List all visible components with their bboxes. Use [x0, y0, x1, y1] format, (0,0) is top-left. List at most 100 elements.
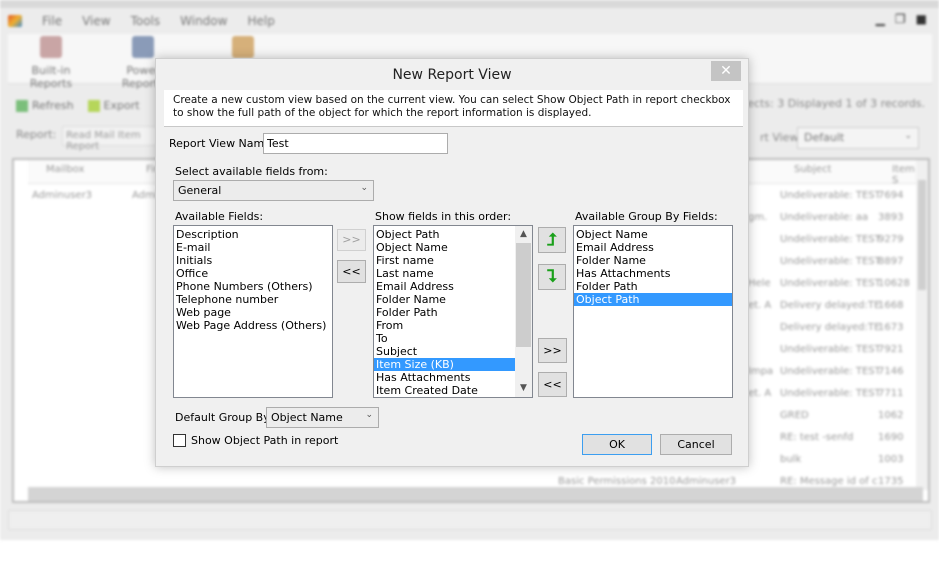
ok-button[interactable]: OK: [582, 434, 652, 455]
list-item[interactable]: Last name: [374, 267, 516, 280]
bg-scroll-thumb[interactable]: [918, 180, 926, 290]
list-item[interactable]: From: [374, 319, 516, 332]
bg-cell-size: 7146: [878, 366, 904, 377]
list-item[interactable]: Subject: [374, 345, 516, 358]
list-item[interactable]: E-mail: [174, 241, 332, 254]
list-item[interactable]: Object Name: [574, 228, 732, 241]
bg-last-cell-2: Adminuser3: [676, 476, 737, 487]
bg-cell-size: 9279: [878, 234, 904, 245]
bg-vertical-scrollbar[interactable]: [916, 160, 928, 490]
bg-menu-view[interactable]: View: [82, 14, 110, 28]
bg-view-select[interactable]: Default ⌄: [797, 127, 919, 149]
list-item[interactable]: Email Address: [374, 280, 516, 293]
bg-cell-subject: Undeliverable: TEST: [780, 278, 881, 289]
show-object-path-checkbox[interactable]: [173, 434, 186, 447]
bg-horizontal-scrollbar[interactable]: [28, 487, 923, 501]
list-item[interactable]: Item Size (KB): [374, 358, 516, 371]
report-view-name-input[interactable]: [263, 133, 448, 154]
refresh-icon: [16, 99, 28, 112]
list-item[interactable]: Object Path: [374, 228, 516, 241]
select-fields-from-value: General: [178, 184, 222, 197]
list-item[interactable]: Item Created Date: [374, 384, 516, 397]
bg-cell-prefix: et. A: [748, 388, 772, 399]
bg-menu-help[interactable]: Help: [247, 14, 274, 28]
list-item[interactable]: Folder Name: [574, 254, 732, 267]
list-item[interactable]: Object Path: [574, 293, 732, 306]
list-item[interactable]: Initials: [174, 254, 332, 267]
bg-cell-size: 3893: [878, 212, 904, 223]
bg-cell-subject: Delivery delayed:TE: [780, 300, 881, 311]
list-item[interactable]: Office: [174, 267, 332, 280]
list-item[interactable]: Email Address: [574, 241, 732, 254]
scroll-down-icon[interactable]: ▼: [515, 380, 532, 397]
remove-field-button[interactable]: <<: [337, 260, 366, 283]
dialog-description: Create a new custom view based on the cu…: [164, 90, 743, 127]
bg-col-subject[interactable]: Subject: [794, 164, 831, 175]
restore-icon[interactable]: ❐: [895, 12, 906, 26]
list-item[interactable]: Object Name: [374, 241, 516, 254]
show-fields-scrollbar[interactable]: ▲ ▼: [515, 226, 532, 397]
close-icon[interactable]: ■: [916, 12, 927, 26]
power-report-icon: [132, 36, 154, 58]
list-item[interactable]: Has Attachments: [374, 371, 516, 384]
bg-cell-subject: Undeliverable: TEST: [780, 366, 881, 377]
list-item[interactable]: Folder Name: [374, 293, 516, 306]
bg-view-value: Default: [804, 131, 845, 144]
list-item[interactable]: Description: [174, 228, 332, 241]
scroll-up-icon[interactable]: ▲: [515, 226, 532, 243]
default-group-by-dropdown[interactable]: Object Name ⌄: [266, 407, 379, 428]
group-by-fields-list[interactable]: Object Name Email Address Folder Name Has A…: [573, 225, 733, 398]
bg-menu-file[interactable]: File: [42, 14, 62, 28]
show-object-path-label[interactable]: Show Object Path in report: [191, 434, 338, 447]
cancel-button[interactable]: Cancel: [660, 434, 732, 455]
bg-menu-tools[interactable]: Tools: [131, 14, 161, 28]
user-icon: [232, 36, 254, 58]
move-down-button[interactable]: ⮧: [538, 264, 566, 290]
bg-cell-mailbox: Adminuser3: [32, 190, 93, 201]
bg-cell-size: 8897: [878, 256, 904, 267]
group-by-fields-items: Object Name Email Address Folder Name Has A…: [574, 226, 732, 306]
list-item[interactable]: Web Page Address (Others): [174, 319, 332, 332]
bg-status-text: Objects: 3 Displayed 1 of 3 records.: [728, 97, 925, 110]
list-item[interactable]: Has Attachments: [574, 267, 732, 280]
bg-built-in-reports-label: Built-in Reports: [29, 64, 73, 90]
show-fields-list[interactable]: Object Path Object Name First name Last nam…: [373, 225, 533, 398]
dialog-close-button[interactable]: ✕: [711, 61, 741, 81]
list-item[interactable]: First name: [374, 254, 516, 267]
dialog-title: New Report View: [392, 67, 512, 83]
available-fields-list[interactable]: Description E-mail Initials Office Phone Num…: [173, 225, 333, 398]
list-item[interactable]: Folder Path: [574, 280, 732, 293]
list-item[interactable]: Folder Path: [374, 306, 516, 319]
bg-cell-subject: Undeliverable: TEST: [780, 344, 881, 355]
export-icon: [87, 99, 100, 112]
report-view-name-label: Report View Name:: [169, 137, 275, 150]
remove-group-by-button[interactable]: <<: [538, 372, 567, 397]
new-report-view-dialog: New Report View ✕ Create a new custom vi…: [155, 58, 749, 467]
bg-cell-size: 7711: [878, 388, 904, 399]
bg-cell-subject: Undeliverable: TEST: [780, 190, 881, 201]
bg-cell-size: 1673: [878, 322, 904, 333]
bg-built-in-reports-button[interactable]: Built-in Reports: [10, 36, 92, 90]
bg-cell-first: Admi: [132, 190, 158, 201]
minimize-icon[interactable]: ▁: [876, 12, 885, 26]
bg-refresh-button[interactable]: Refresh: [16, 99, 74, 112]
list-item[interactable]: Telephone number: [174, 293, 332, 306]
list-item[interactable]: Web page: [174, 306, 332, 319]
bg-report-select[interactable]: Read Mail Item Report: [62, 126, 162, 152]
list-item[interactable]: Phone Numbers (Others): [174, 280, 332, 293]
bg-cell-size: 1003: [878, 454, 904, 465]
list-item[interactable]: To: [374, 332, 516, 345]
bg-export-button[interactable]: Export: [87, 99, 140, 112]
move-up-button[interactable]: ⮥: [538, 227, 566, 253]
bg-cell-size: 10628: [878, 278, 910, 289]
available-fields-items: Description E-mail Initials Office Phone Num…: [174, 226, 332, 332]
arrow-down-icon: ⮧: [546, 267, 558, 287]
scroll-thumb[interactable]: [516, 243, 531, 347]
add-field-button[interactable]: >>: [337, 229, 366, 251]
bg-col-mailbox[interactable]: Mailbox: [46, 164, 84, 175]
add-group-by-button[interactable]: >>: [538, 338, 567, 363]
bg-menu-window[interactable]: Window: [180, 14, 227, 28]
show-fields-items: Object Path Object Name First name Last nam…: [374, 226, 516, 397]
select-fields-from-dropdown[interactable]: General ⌄: [173, 180, 374, 201]
bg-cell-subject: Undeliverable: TEST: [780, 256, 881, 267]
